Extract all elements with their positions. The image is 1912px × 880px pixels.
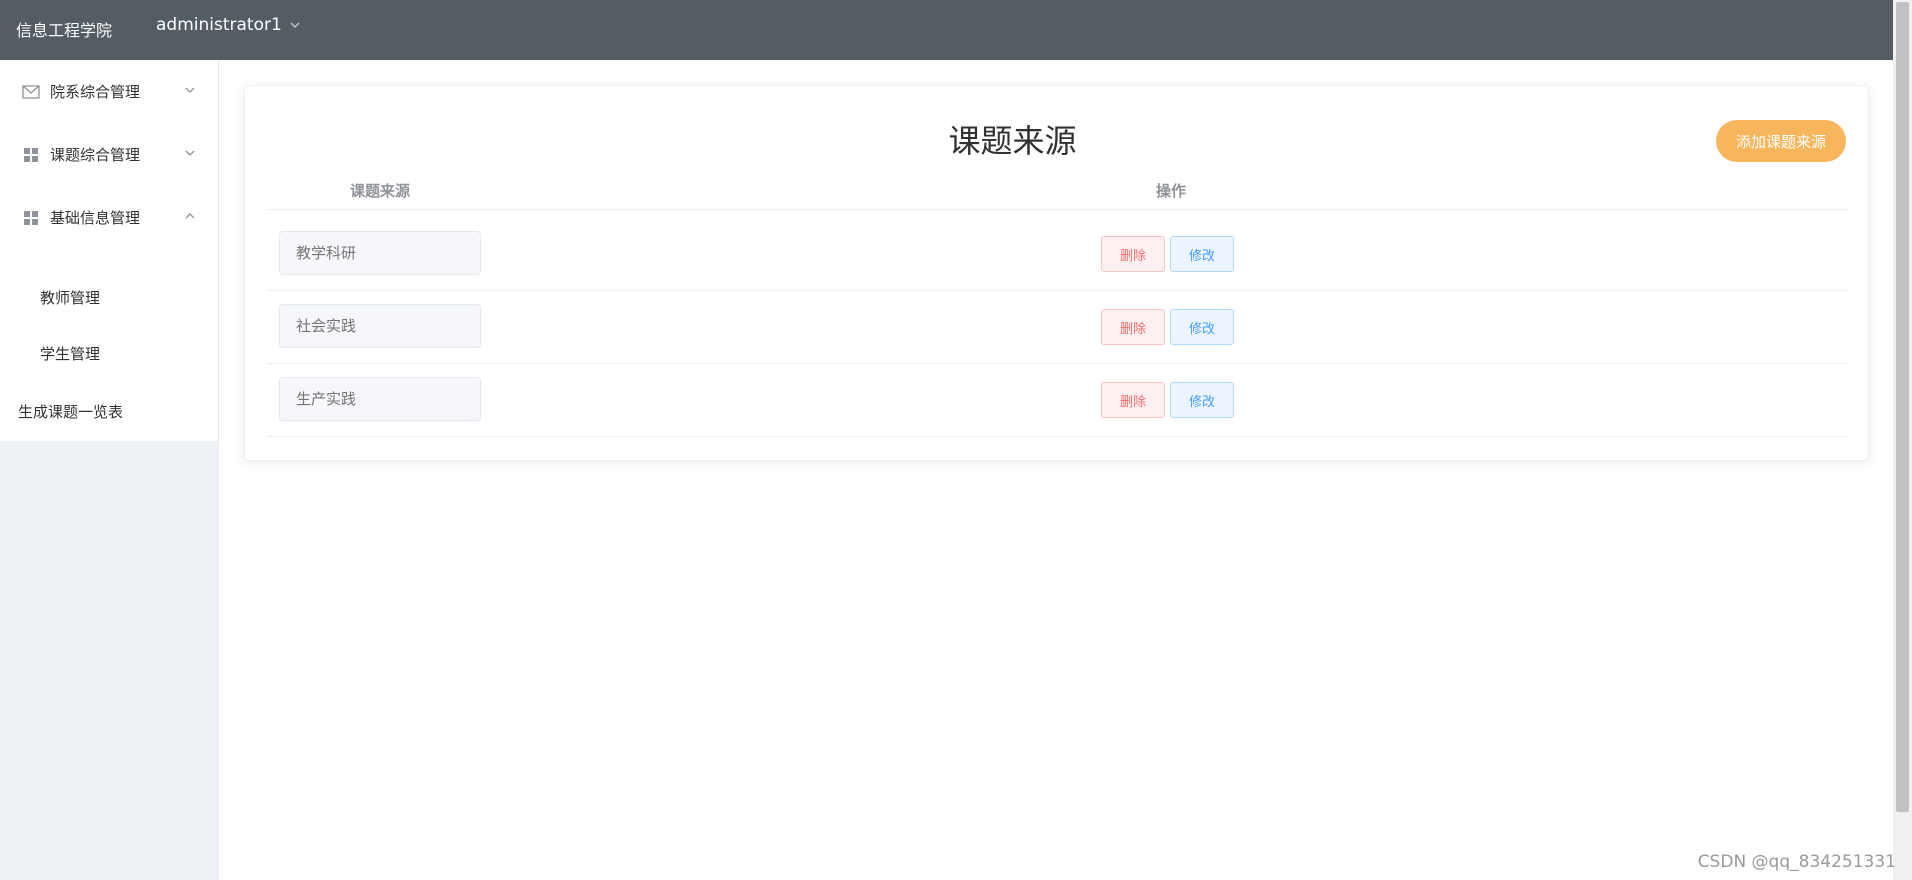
table-row: 删除 修改	[267, 364, 1849, 437]
edit-button[interactable]: 修改	[1170, 382, 1234, 418]
column-header-source: 课题来源	[349, 182, 410, 200]
source-name-input[interactable]	[279, 377, 481, 421]
page-scrollbar[interactable]	[1893, 0, 1912, 880]
sidebar-item-topic-list[interactable]: 生成课题一览表	[0, 381, 218, 441]
chevron-up-icon	[185, 213, 195, 219]
sidebar-item-label: 院系综合管理	[50, 83, 141, 101]
chevron-down-icon	[185, 87, 195, 93]
edit-button[interactable]: 修改	[1170, 309, 1234, 345]
sidebar-item-topic[interactable]: 课题综合管理	[0, 123, 218, 186]
source-name-input[interactable]	[279, 304, 481, 348]
sidebar: 院系综合管理 课题综合管理 基础信息管理 教师管理 学生管理 生成课题一览表	[0, 60, 219, 880]
user-name: administrator1	[156, 15, 282, 35]
edit-button[interactable]: 修改	[1170, 236, 1234, 272]
column-header-actions: 操作	[1155, 182, 1186, 200]
top-header: 信息工程学院 administrator1	[0, 0, 1893, 60]
sidebar-item-basic-info[interactable]: 基础信息管理	[0, 186, 218, 249]
delete-button[interactable]: 删除	[1101, 309, 1165, 345]
sidebar-item-label: 课题综合管理	[50, 146, 141, 164]
watermark: CSDN @qq_834251331	[1697, 852, 1896, 872]
sidebar-subitem-teacher[interactable]: 教师管理	[0, 269, 218, 325]
chevron-down-icon	[290, 22, 300, 28]
table-header: 课题来源 操作	[267, 174, 1849, 210]
sidebar-subitem-student[interactable]: 学生管理	[0, 325, 218, 381]
scrollbar-thumb[interactable]	[1896, 2, 1909, 812]
row-actions: 删除 修改	[1101, 236, 1234, 272]
delete-button[interactable]: 删除	[1101, 382, 1165, 418]
sidebar-item-department[interactable]: 院系综合管理	[0, 60, 218, 123]
grid-icon	[22, 146, 40, 164]
topic-source-card: 课题来源 添加课题来源 课题来源 操作 删除 修改 删除 修改 删除 修改	[244, 85, 1869, 461]
add-topic-source-button[interactable]: 添加课题来源	[1715, 120, 1846, 162]
chevron-down-icon	[185, 150, 195, 156]
brand-title: 信息工程学院	[16, 21, 113, 40]
delete-button[interactable]: 删除	[1101, 236, 1165, 272]
table-body: 删除 修改 删除 修改 删除 修改	[267, 218, 1849, 437]
sidebar-menu: 院系综合管理 课题综合管理 基础信息管理 教师管理 学生管理 生成课题一览表	[0, 60, 219, 441]
user-dropdown[interactable]: administrator1	[156, 15, 302, 35]
row-actions: 删除 修改	[1101, 309, 1234, 345]
envelope-icon	[22, 83, 40, 101]
table-row: 删除 修改	[267, 291, 1849, 364]
table-row: 删除 修改	[267, 218, 1849, 291]
grid-icon	[22, 209, 40, 227]
sidebar-item-label: 基础信息管理	[50, 209, 141, 227]
page-title: 课题来源	[948, 122, 1077, 160]
row-actions: 删除 修改	[1101, 382, 1234, 418]
source-name-input[interactable]	[279, 231, 481, 275]
